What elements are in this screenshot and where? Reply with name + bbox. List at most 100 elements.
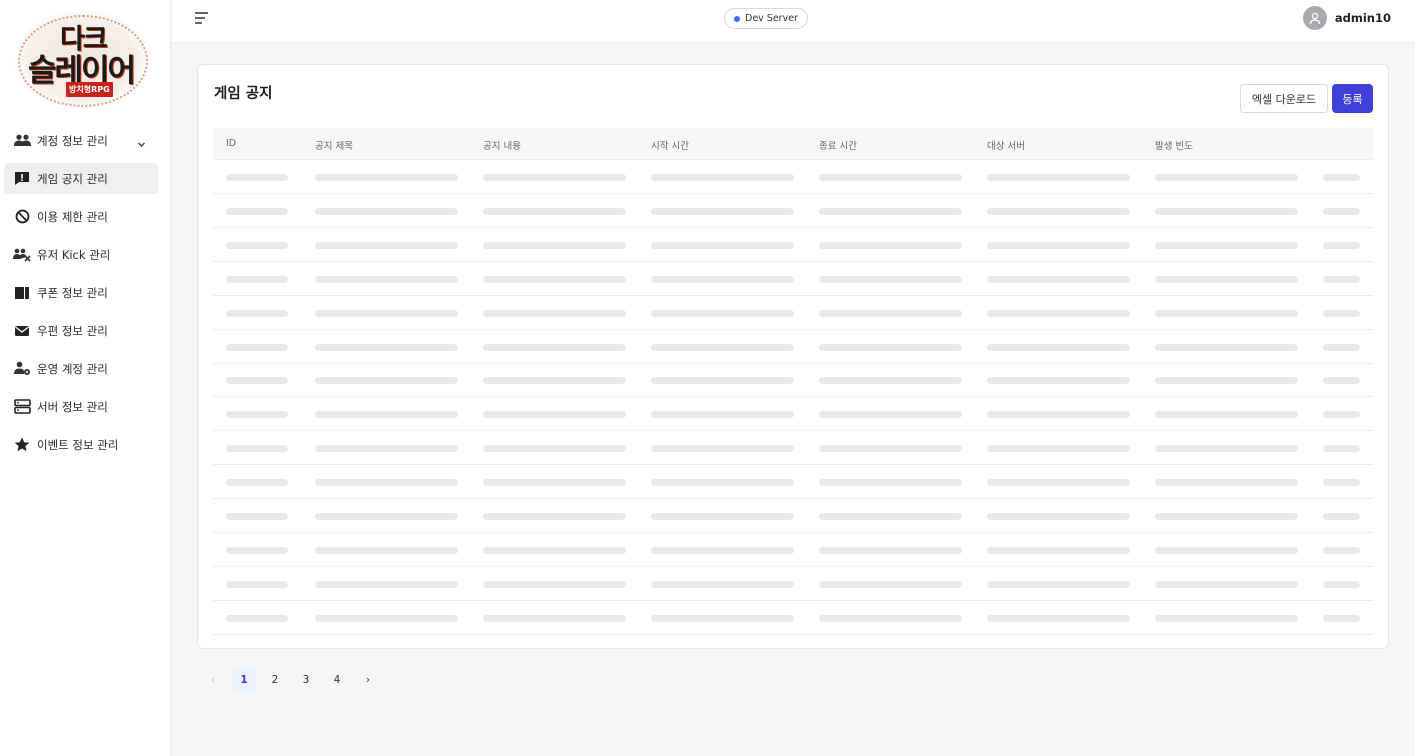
skeleton-cell <box>315 614 458 622</box>
column-header[interactable]: 종료 시간 <box>819 138 857 152</box>
skeleton-cell <box>651 513 794 520</box>
skeleton-cell <box>226 411 288 419</box>
sidebar-item-coupon[interactable]: 쿠폰 정보 관리 <box>4 277 158 308</box>
skeleton-cell <box>1155 614 1298 622</box>
skeleton-cell <box>651 207 794 215</box>
skeleton-cell <box>315 580 458 588</box>
table-row <box>213 330 1373 364</box>
skeleton-cell <box>819 343 962 351</box>
page-button[interactable]: 2 <box>263 668 287 692</box>
skeleton-cell <box>315 479 458 487</box>
user-menu[interactable]: admin10 <box>1302 6 1391 30</box>
excel-download-button[interactable]: 엑셀 다운로드 <box>1240 84 1328 113</box>
page-button[interactable]: 3 <box>294 668 318 692</box>
sidebar-item-mail[interactable]: 우편 정보 관리 <box>4 315 158 346</box>
logo[interactable]: 다크 슬레이어 방치형RPG <box>8 3 158 118</box>
skeleton-cell <box>315 546 458 554</box>
prev-page-button[interactable]: ‹ <box>201 668 225 692</box>
page-button[interactable]: 1 <box>232 668 256 692</box>
skeleton-cell <box>483 479 626 487</box>
table-row <box>213 262 1373 296</box>
logo-tag: 방치형RPG <box>66 82 113 97</box>
table-row <box>213 465 1373 500</box>
skeleton-cell <box>651 241 794 249</box>
skeleton-cell <box>1323 207 1360 215</box>
skeleton-cell <box>315 174 458 181</box>
sidebar-item-account[interactable]: 계정 정보 관리 <box>4 125 158 156</box>
skeleton-cell <box>483 377 626 385</box>
skeleton-cell <box>987 479 1130 487</box>
skeleton-cell <box>1323 377 1360 385</box>
skeleton-cell <box>1155 377 1298 385</box>
skeleton-cell <box>226 614 288 622</box>
table-row <box>213 363 1373 398</box>
skeleton-cell <box>483 174 626 181</box>
skeleton-cell <box>315 513 458 520</box>
sidebar-item-restriction[interactable]: 이용 제한 관리 <box>4 201 158 232</box>
sidebar-item-event[interactable]: 이벤트 정보 관리 <box>4 429 158 460</box>
skeleton-cell <box>651 275 794 283</box>
skeleton-cell <box>987 241 1130 249</box>
skeleton-cell <box>819 377 962 385</box>
skeleton-cell <box>315 275 458 283</box>
skeleton-cell <box>315 309 458 317</box>
register-button[interactable]: 등록 <box>1332 84 1373 113</box>
username: admin10 <box>1334 11 1391 25</box>
skeleton-cell <box>1323 275 1360 283</box>
avatar[interactable] <box>1302 6 1327 30</box>
table-row <box>213 228 1373 262</box>
skeleton-cell <box>226 241 288 249</box>
skeleton-cell <box>651 479 794 487</box>
chevron-down-icon[interactable] <box>137 134 146 153</box>
skeleton-cell <box>226 377 288 385</box>
skeleton-cell <box>1323 174 1360 181</box>
sidebar-menu: 계정 정보 관리 게임 공지 관리 이용 제한 관리 유저 Kick 관리 쿠폰… <box>4 125 158 467</box>
skeleton-cell <box>1155 580 1298 588</box>
sidebar: 다크 슬레이어 방치형RPG 계정 정보 관리 게임 공지 관리 이용 제한 관… <box>0 0 171 756</box>
skeleton-cell <box>226 174 288 181</box>
page-button[interactable]: 4 <box>325 668 349 692</box>
skeleton-cell <box>226 445 288 453</box>
skeleton-cell <box>651 445 794 453</box>
skeleton-cell <box>651 377 794 385</box>
skeleton-cell <box>483 207 626 215</box>
skeleton-cell <box>1155 479 1298 487</box>
skeleton-cell <box>1155 275 1298 283</box>
column-header[interactable]: 대상 서버 <box>987 138 1025 152</box>
skeleton-cell <box>483 411 626 419</box>
skeleton-cell <box>819 513 962 520</box>
skeleton-cell <box>1323 445 1360 453</box>
skeleton-cell <box>987 309 1130 317</box>
column-header[interactable]: 공지 내용 <box>483 138 521 152</box>
skeleton-cell <box>226 479 288 487</box>
sidebar-item-label: 유저 Kick 관리 <box>37 247 111 262</box>
sidebar-item-kick[interactable]: 유저 Kick 관리 <box>4 239 158 270</box>
column-header[interactable]: 발생 빈도 <box>1155 138 1193 152</box>
sidebar-item-operator[interactable]: 운영 계정 관리 <box>4 353 158 384</box>
skeleton-cell <box>819 411 962 419</box>
skeleton-cell <box>1323 479 1360 487</box>
menu-toggle-icon[interactable] <box>195 12 211 26</box>
skeleton-cell <box>226 513 288 520</box>
skeleton-cell <box>1155 241 1298 249</box>
column-header[interactable]: 시작 시간 <box>651 138 689 152</box>
skeleton-cell <box>987 614 1130 622</box>
column-header[interactable]: ID <box>226 138 236 149</box>
skeleton-cell <box>651 614 794 622</box>
skeleton-cell <box>819 309 962 317</box>
server-badge: Dev Server <box>724 8 808 29</box>
sidebar-item-notice[interactable]: 게임 공지 관리 <box>4 163 158 194</box>
skeleton-cell <box>819 207 962 215</box>
skeleton-cell <box>226 207 288 215</box>
column-header[interactable]: 공지 제목 <box>315 138 353 152</box>
sidebar-item-server[interactable]: 서버 정보 관리 <box>4 391 158 422</box>
table-row <box>213 296 1373 330</box>
skeleton-cell <box>819 546 962 554</box>
skeleton-cell <box>1323 309 1360 317</box>
skeleton-cell <box>651 580 794 588</box>
pagination: ‹ 1 2 3 4 › <box>201 668 387 692</box>
next-page-button[interactable]: › <box>356 668 380 692</box>
table-header: ID 공지 제목 공지 내용 시작 시간 종료 시간 대상 서버 발생 빈도 <box>213 128 1373 160</box>
ban-icon <box>13 209 31 225</box>
skeleton-cell <box>483 513 626 520</box>
